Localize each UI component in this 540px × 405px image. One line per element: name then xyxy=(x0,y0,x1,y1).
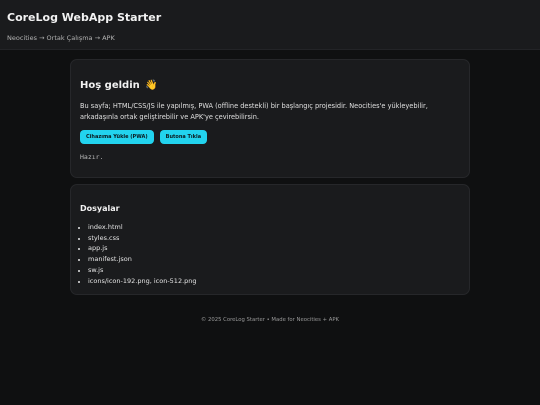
page: CoreLog WebApp Starter Neocities → Ortak… xyxy=(0,0,540,405)
files-card: Dosyalar index.html styles.css app.js ma… xyxy=(70,184,470,295)
breadcrumb: Neocities → Ortak Çalışma → APK xyxy=(7,34,115,42)
action-buttons: Cihazıma Yükle (PWA) Butona Tıkla xyxy=(80,130,208,144)
install-pwa-button[interactable]: Cihazıma Yükle (PWA) xyxy=(80,130,154,144)
files-heading: Dosyalar xyxy=(80,204,120,213)
list-item: sw.js xyxy=(88,265,197,276)
welcome-heading: Hoş geldin 👋 xyxy=(80,80,158,92)
list-item: app.js xyxy=(88,243,197,254)
intro-text: Bu sayfa; HTML/CSS/JS ile yapılmış, PWA … xyxy=(80,102,428,121)
app-header: CoreLog WebApp Starter Neocities → Ortak… xyxy=(0,0,540,50)
footer: © 2025 CoreLog Starter • Made for Neocit… xyxy=(200,317,339,323)
app-title: CoreLog WebApp Starter xyxy=(7,11,162,24)
welcome-heading-text: Hoş geldin xyxy=(80,80,140,91)
waving-hand-icon: 👋 xyxy=(145,80,158,91)
file-list: index.html styles.css app.js manifest.js… xyxy=(80,222,197,286)
welcome-card: Hoş geldin 👋 Bu sayfa; HTML/CSS/JS ile y… xyxy=(70,59,470,178)
list-item: manifest.json xyxy=(88,254,197,265)
list-item: icons/icon-192.png, icon-512.png xyxy=(88,276,197,287)
status-text: Hazır. xyxy=(80,153,104,161)
list-item: styles.css xyxy=(88,233,197,244)
click-button[interactable]: Butona Tıkla xyxy=(159,130,208,144)
list-item: index.html xyxy=(88,222,197,233)
